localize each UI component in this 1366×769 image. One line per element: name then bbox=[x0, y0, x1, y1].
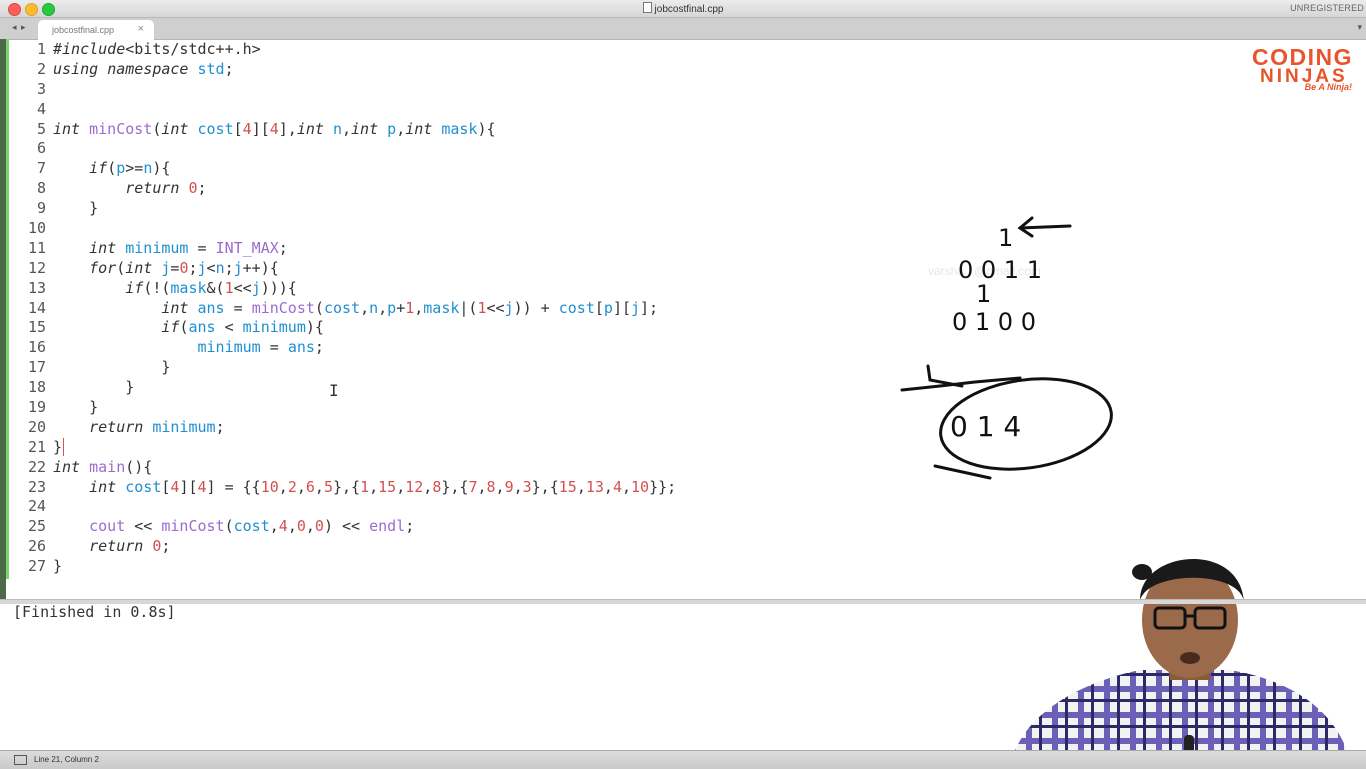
line-number-gutter: 1 2 3 4 5 6 7 8 9 10 11 12 13 14 15 16 17 18 19 20 21 22 23 24 2… bbox=[10, 40, 46, 577]
line-number: 24 bbox=[27, 497, 46, 516]
code-line[interactable] bbox=[53, 80, 953, 100]
line-number: 21 bbox=[27, 437, 46, 456]
code-line[interactable]: #include<bits/stdc++.h> bbox=[53, 40, 953, 60]
line-number: 9 bbox=[36, 199, 46, 218]
license-notice: UNREGISTERED bbox=[1290, 3, 1364, 13]
sketch-row4: 0 1 0 0 bbox=[952, 308, 1036, 336]
window-title: jobcostfinal.cpp bbox=[0, 2, 1366, 15]
code-line[interactable] bbox=[53, 139, 953, 159]
tab-bar: ◂ ▸ jobcostfinal.cpp × ▾ bbox=[0, 18, 1366, 40]
line-number: 7 bbox=[36, 159, 46, 178]
line-number: 5 bbox=[36, 119, 46, 138]
line-number: 16 bbox=[27, 338, 46, 357]
code-editor[interactable]: #include<bits/stdc++.h> using namespace s… bbox=[53, 40, 953, 577]
line-number: 22 bbox=[27, 457, 46, 476]
code-line[interactable]: } bbox=[53, 199, 953, 219]
line-number: 8 bbox=[36, 179, 46, 198]
panel-toggle-icon[interactable] bbox=[14, 755, 27, 765]
line-number: 26 bbox=[27, 537, 46, 556]
modified-lines-marker bbox=[6, 39, 9, 579]
line-number: 27 bbox=[27, 557, 46, 576]
code-line[interactable]: if(p>=n){ bbox=[53, 159, 953, 179]
line-number: 14 bbox=[27, 298, 46, 317]
code-line[interactable] bbox=[53, 219, 953, 239]
code-line[interactable]: int cost[4][4] = {{10,2,6,5},{1,15,12,8}… bbox=[53, 478, 953, 498]
sketch-row1: 1 bbox=[998, 224, 1013, 252]
code-line[interactable]: minimum = ans; bbox=[53, 338, 953, 358]
line-number: 17 bbox=[27, 358, 46, 377]
line-number: 13 bbox=[27, 278, 46, 297]
handwritten-annotation: 1 0 0 1 1 1 0 1 0 0 0 1 4 bbox=[900, 216, 1113, 480]
tab-dropdown-icon[interactable]: ▾ bbox=[1357, 22, 1362, 33]
line-number: 11 bbox=[27, 238, 46, 257]
line-number: 25 bbox=[27, 517, 46, 536]
logo-tagline: Be A Ninja! bbox=[1304, 82, 1352, 92]
title-bar: jobcostfinal.cpp UNREGISTERED bbox=[0, 0, 1366, 18]
line-number: 10 bbox=[27, 219, 46, 238]
coding-ninjas-logo: CODING NINJAS Be A Ninja! bbox=[1252, 46, 1362, 96]
presenter-video bbox=[1010, 558, 1352, 768]
line-number: 15 bbox=[27, 318, 46, 337]
code-line[interactable]: cout << minCost(cost,4,0,0) << endl; bbox=[53, 517, 953, 537]
code-line[interactable]: return minimum; bbox=[53, 418, 953, 438]
cursor-position: Line 21, Column 2 bbox=[34, 755, 99, 764]
sketch-row2: 0 0 1 1 bbox=[958, 256, 1042, 284]
line-number: 3 bbox=[36, 79, 46, 98]
document-icon bbox=[642, 2, 652, 13]
tab-nav-arrows-icon[interactable]: ◂ ▸ bbox=[12, 22, 27, 33]
line-number: 20 bbox=[27, 417, 46, 436]
panel-divider[interactable] bbox=[0, 599, 1366, 604]
line-number: 4 bbox=[36, 99, 46, 118]
text-cursor bbox=[63, 438, 64, 456]
line-number: 6 bbox=[36, 139, 46, 158]
sketch-circled-value: 0 1 4 bbox=[950, 410, 1021, 443]
code-line[interactable]: } bbox=[53, 378, 953, 398]
code-line[interactable]: return 0; bbox=[53, 537, 953, 557]
code-line[interactable]: return 0; bbox=[53, 179, 953, 199]
code-line[interactable]: if(ans < minimum){ bbox=[53, 318, 953, 338]
code-line[interactable]: int minimum = INT_MAX; bbox=[53, 239, 953, 259]
code-line[interactable]: if(!(mask&(1<<j))){ bbox=[53, 279, 953, 299]
code-line[interactable]: int ans = minCost(cost,n,p+1,mask|(1<<j)… bbox=[53, 299, 953, 319]
line-number: 19 bbox=[27, 398, 46, 417]
line-number: 23 bbox=[27, 477, 46, 496]
status-bar: Line 21, Column 2 bbox=[0, 750, 1366, 769]
code-line[interactable]: } bbox=[53, 358, 953, 378]
tab-label: jobcostfinal.cpp bbox=[52, 25, 115, 35]
ibeam-cursor-icon: I bbox=[329, 381, 339, 400]
code-line[interactable] bbox=[53, 100, 953, 120]
sketch-row3: 1 bbox=[976, 280, 991, 308]
code-line[interactable]: using namespace std; bbox=[53, 60, 953, 80]
tab-close-icon[interactable]: × bbox=[138, 23, 144, 35]
sketch-arrow-line bbox=[1018, 224, 1072, 230]
line-number: 2 bbox=[36, 59, 46, 78]
line-number: 12 bbox=[27, 258, 46, 277]
line-number: 1 bbox=[36, 40, 46, 58]
line-number: 18 bbox=[27, 378, 46, 397]
code-line[interactable] bbox=[53, 497, 953, 517]
code-line[interactable]: } bbox=[53, 398, 953, 418]
code-line[interactable]: int main(){ bbox=[53, 458, 953, 478]
code-line[interactable]: } bbox=[53, 557, 953, 577]
build-output: [Finished in 0.8s] bbox=[13, 603, 176, 621]
code-line[interactable]: for(int j=0;j<n;j++){ bbox=[53, 259, 953, 279]
logo-line1: CODING bbox=[1252, 44, 1353, 70]
code-line[interactable]: int minCost(int cost[4][4],int n,int p,i… bbox=[53, 120, 953, 140]
code-line[interactable]: } bbox=[53, 438, 953, 458]
tab-jobcostfinal[interactable]: jobcostfinal.cpp × bbox=[38, 20, 154, 40]
